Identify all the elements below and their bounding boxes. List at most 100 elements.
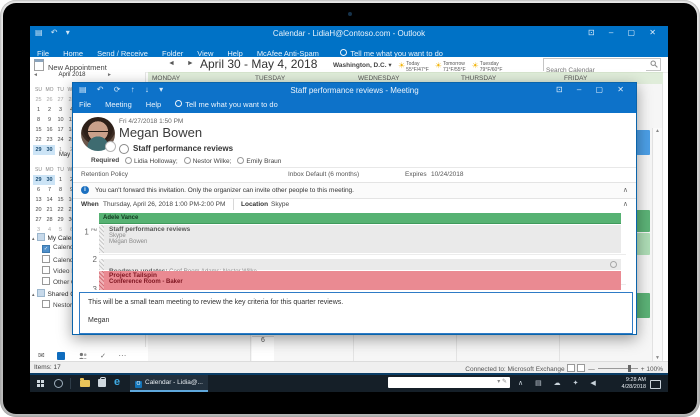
retention-policy-value: Inbox Default (6 months) [288,171,360,178]
checkbox[interactable] [42,255,50,263]
taskbar-outlook-app[interactable]: O Calendar - Lidia@... [130,375,208,392]
outlook-app-icon: O [135,381,142,388]
search-calendar-box[interactable] [543,58,661,76]
when-value: Thursday, April 26, 2018 1:00 PM-2:00 PM [103,201,226,208]
meeting-tab-help[interactable]: Help [146,100,161,109]
date-nav-arrows[interactable]: ◄ ► [168,60,199,67]
day-header-thursday: THURSDAY [461,75,497,82]
day-header-tuesday: TUESDAY [255,75,286,82]
collapse-notice-icon[interactable]: ∧ [623,186,628,194]
location-value: Skype [271,201,290,208]
zoom-slider-thumb[interactable] [627,365,631,372]
required-attendees[interactable]: Lidia Holloway; Nestor Wilke; Emily Braun [119,157,281,165]
time-slot-2: 2 [92,255,97,264]
date-range-title: April 30 - May 4, 2018 [200,57,318,71]
message-line: This will be a small team meeting to rev… [88,299,344,306]
sun-icon: ☀ [471,61,479,70]
day-header-friday: FRIDAY [564,75,588,82]
meeting-tell-me-box[interactable]: Tell me what you want to do [175,100,278,109]
meeting-organizer-name[interactable]: Megan Bowen [119,125,202,140]
tablet-camera [348,12,352,16]
day-header-monday: MONDAY [152,75,181,82]
weather-city-selector[interactable]: Washington, D.C. ▾ [333,61,392,69]
location-label: Location [241,201,269,208]
event-project-tailspin[interactable]: Project Tailspin Conference Room - Baker [99,271,621,290]
calendar-icon[interactable] [57,351,66,360]
presence-circle-icon [125,157,132,164]
checkbox[interactable] [42,277,50,285]
checkbox[interactable] [42,300,50,308]
tasks-icon[interactable]: ✓ [100,352,106,360]
recurrence-icon [610,261,617,268]
outlook-window-title: Calendar - LidiaH@Contoso.com - Outlook [272,29,426,38]
collapse-schedule-icon[interactable]: ∧ [623,200,628,208]
mail-icon[interactable]: ✉ [38,351,45,360]
event-roadmap-updates[interactable]: Roadmap updates; Conf Room Adams; Nestor… [99,259,621,275]
attendee-name[interactable]: Emily Braun [246,158,281,165]
organizer-presence-badge [105,141,116,152]
when-location-row: When Thursday, April 26, 2018 1:00 PM-2:… [73,197,636,214]
zoom-in-button[interactable]: + [641,366,645,373]
message-signature: Megan [88,317,110,324]
calendar-toolbar: New Appointment ◄ ► April 30 - May 4, 20… [30,57,668,76]
time-slot-3: 3 [92,285,97,290]
allday-event[interactable]: Adele Vance [99,213,621,224]
collapse-arrow-icon: ▴ [32,292,35,298]
new-appointment-button[interactable]: New Appointment [34,59,107,72]
subject-status-icon [119,144,129,154]
info-icon: i [81,186,89,194]
edge-browser-icon[interactable]: e [114,376,120,388]
mini-cal-prev-icon[interactable]: ◄ [33,72,38,78]
attendee-name[interactable]: Lidia Holloway; [134,158,178,165]
search-icon [650,60,658,68]
view-reading-icon[interactable] [577,364,586,372]
mini-cal-next-icon[interactable]: ► [107,72,112,78]
taskbar-clock[interactable]: 9:28 AM 4/28/2018 [622,377,646,390]
taskbar-input-box[interactable]: ▾ ✎ [388,377,510,388]
calendar-group-icon [36,289,45,297]
sun-icon: ☀ [398,61,406,70]
sun-icon: ☀ [434,61,442,70]
meeting-window-title: Staff performance reviews - Meeting [290,86,419,95]
weather-strip: ☀ Today 55°F/47°F ☀ Tomorrow 71°F/55°F ☀ Tuesda… [398,58,508,73]
outlook-ribbon-tabs: File Home Send / Receive Folder View Help McAf… [30,43,668,58]
meeting-subject: Staff performance reviews [133,144,234,153]
retention-policy-label: Retention Policy [81,171,128,178]
zoom-level: 100% [646,366,663,373]
checkbox-checked[interactable]: ✓ [42,245,50,253]
cortana-icon[interactable] [54,379,63,388]
divider [73,167,636,168]
required-label: Required [91,157,120,164]
file-explorer-icon[interactable] [80,378,90,387]
action-center-icon[interactable] [650,380,661,389]
meeting-tab-meeting[interactable]: Meeting [105,100,132,109]
zoom-slider[interactable] [597,365,638,372]
meeting-window-header: ▤ ↶ ⟳ ↑ ↓ ▾ Staff performance reviews - … [73,83,636,113]
event-staff-performance[interactable]: Staff performance reviews Skype Megan Bo… [99,225,621,253]
attendee-name[interactable]: Nestor Wilke; [193,158,232,165]
system-tray-icons[interactable]: ∧ ▤ ☁ ✦ ◀ [518,379,601,387]
people-icon[interactable] [78,352,88,360]
new-appointment-icon [34,59,44,71]
more-apps-icon[interactable]: ··· [118,351,126,360]
schedule-preview[interactable]: Adele Vance 1 PM 2 3 Staff performance r… [73,213,636,290]
store-icon[interactable] [98,377,106,387]
taskbar-divider [70,378,71,389]
when-label: When [81,201,99,208]
meeting-sent-time: Fri 4/27/2018 1:50 PM [119,118,184,125]
divider [233,199,234,210]
day-header-wednesday: WEDNESDAY [358,75,400,82]
meeting-window-controls[interactable]: ⊡ – ▢ ✕ [556,85,630,94]
meeting-window: ▤ ↶ ⟳ ↑ ↓ ▾ Staff performance reviews - … [72,82,637,335]
meeting-message-body[interactable]: This will be a small team meeting to rev… [79,292,633,334]
zoom-out-button[interactable]: — [588,366,595,373]
outlook-titlebar: ▤ ↶ ▾ Calendar - LidiaH@Contoso.com - Ou… [30,26,668,43]
items-count: Items: 17 [34,364,61,371]
checkbox[interactable] [42,266,50,274]
windows-desktop: ▤ ↶ ▾ Calendar - LidiaH@Contoso.com - Ou… [30,26,668,392]
presence-circle-icon [183,157,191,164]
window-controls[interactable]: ⊡ – ▢ ✕ [588,28,662,37]
start-button[interactable] [37,380,44,387]
meeting-tab-file[interactable]: File [79,100,91,109]
view-normal-icon[interactable] [567,364,576,372]
